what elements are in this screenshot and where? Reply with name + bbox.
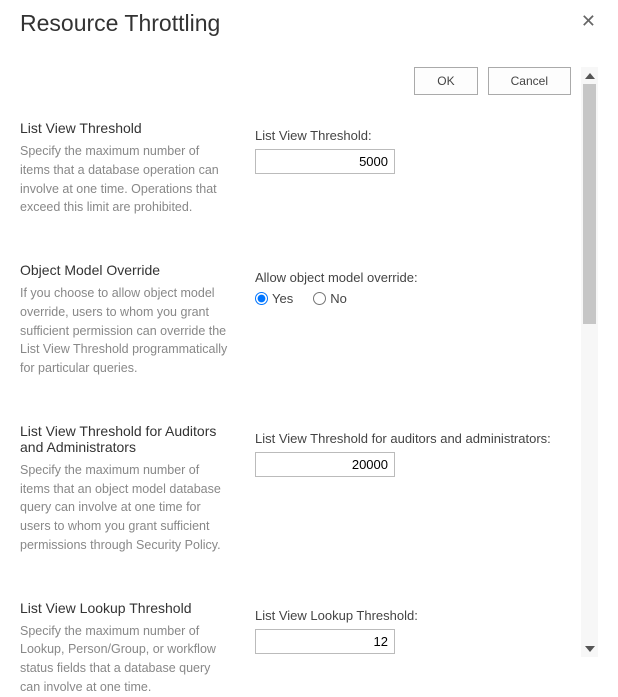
button-row: OK Cancel [20, 67, 571, 95]
radio-yes-label: Yes [272, 291, 293, 306]
section-lvt-auditors: List View Threshold for Auditors and Adm… [20, 423, 571, 555]
section-desc: If you choose to allow object model over… [20, 284, 230, 378]
content-wrapper: OK Cancel List View Threshold Specify th… [20, 67, 598, 697]
section-right: List View Lookup Threshold: [255, 600, 571, 697]
section-left: List View Threshold for Auditors and Adm… [20, 423, 230, 555]
scroll-thumb[interactable] [583, 84, 596, 324]
section-object-model-override: Object Model Override If you choose to a… [20, 262, 571, 378]
lvt-auditors-input[interactable] [255, 452, 395, 477]
field-label: List View Threshold for auditors and adm… [255, 431, 571, 446]
dialog-header: Resource Throttling ✕ [20, 10, 598, 37]
section-lvt-lookup: List View Lookup Threshold Specify the m… [20, 600, 571, 697]
list-view-threshold-input[interactable] [255, 149, 395, 174]
radio-no-label: No [330, 291, 347, 306]
scroll-down-icon[interactable] [581, 640, 598, 657]
radio-no-input[interactable] [313, 292, 326, 305]
radio-yes[interactable]: Yes [255, 291, 293, 306]
section-desc: Specify the maximum number of Lookup, Pe… [20, 622, 230, 697]
lvt-lookup-input[interactable] [255, 629, 395, 654]
cancel-button[interactable]: Cancel [488, 67, 571, 95]
section-desc: Specify the maximum number of items that… [20, 142, 230, 217]
section-right: List View Threshold for auditors and adm… [255, 423, 571, 555]
scrollbar[interactable] [581, 67, 598, 657]
dialog-title: Resource Throttling [20, 10, 220, 37]
section-right: Allow object model override: Yes No [255, 262, 571, 378]
ok-button[interactable]: OK [414, 67, 477, 95]
section-title: Object Model Override [20, 262, 230, 278]
section-desc: Specify the maximum number of items that… [20, 461, 230, 555]
radio-group-override: Yes No [255, 291, 571, 306]
radio-yes-input[interactable] [255, 292, 268, 305]
scroll-up-icon[interactable] [581, 67, 598, 84]
section-left: List View Threshold Specify the maximum … [20, 120, 230, 217]
resource-throttling-dialog: Resource Throttling ✕ OK Cancel List Vie… [0, 0, 618, 668]
scroll-area: OK Cancel List View Threshold Specify th… [20, 67, 581, 697]
close-icon[interactable]: ✕ [579, 10, 598, 32]
section-left: Object Model Override If you choose to a… [20, 262, 230, 378]
field-label: List View Lookup Threshold: [255, 608, 571, 623]
section-right: List View Threshold: [255, 120, 571, 217]
field-label: List View Threshold: [255, 128, 571, 143]
section-title: List View Lookup Threshold [20, 600, 230, 616]
section-title: List View Threshold for Auditors and Adm… [20, 423, 230, 455]
section-title: List View Threshold [20, 120, 230, 136]
section-list-view-threshold: List View Threshold Specify the maximum … [20, 120, 571, 217]
section-left: List View Lookup Threshold Specify the m… [20, 600, 230, 697]
radio-no[interactable]: No [313, 291, 347, 306]
field-label: Allow object model override: [255, 270, 571, 285]
